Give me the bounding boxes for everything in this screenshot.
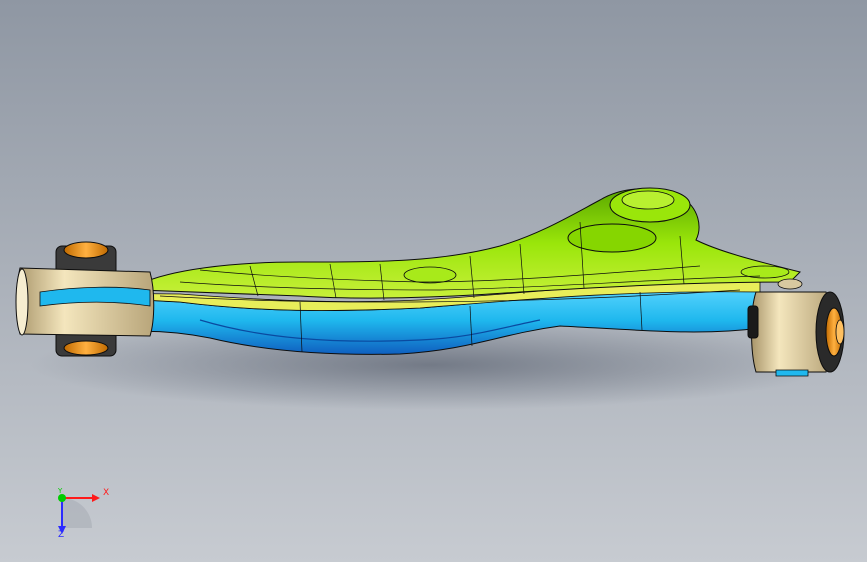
model-canvas: [0, 0, 867, 562]
triad-y-label: Y: [58, 487, 63, 495]
arm-pad-left: [403, 266, 457, 284]
rear-bushing: [747, 278, 845, 377]
arm-boss-front-top: [621, 190, 675, 210]
triad-x-label: X: [103, 488, 110, 498]
graphics-viewport[interactable]: X Y Z: [0, 0, 867, 562]
triad-z-label: Z: [58, 530, 65, 540]
